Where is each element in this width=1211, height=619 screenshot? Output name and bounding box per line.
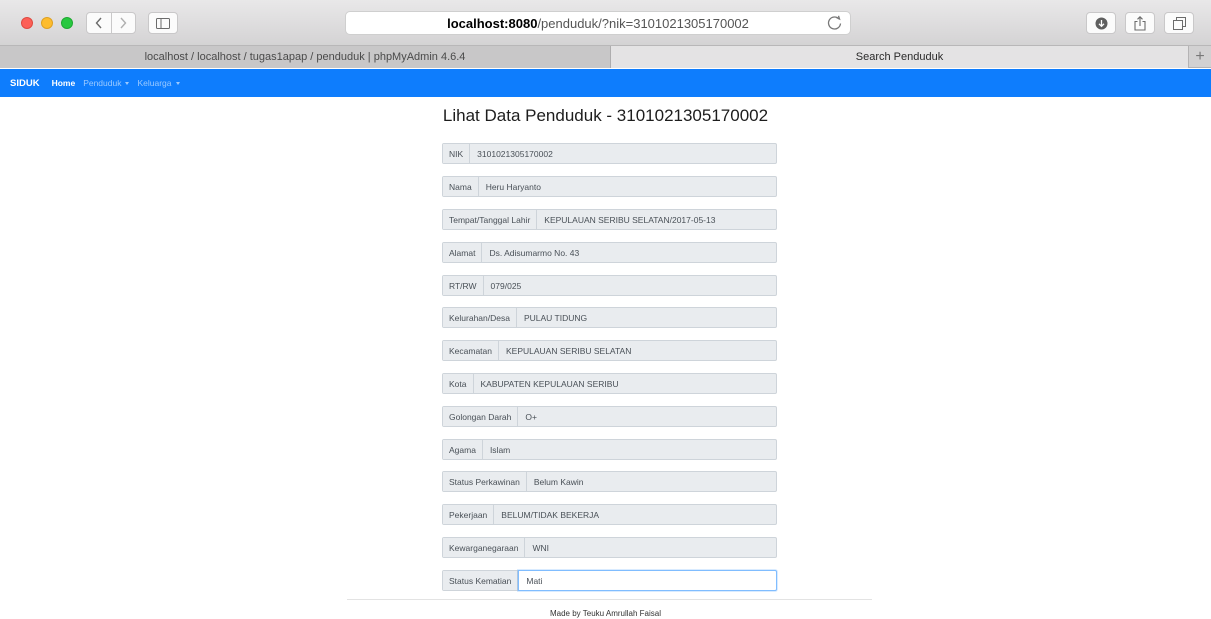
field-status-perkawinan: Status Perkawinan Belum Kawin	[442, 471, 777, 492]
sidebar-icon	[156, 17, 170, 29]
url-host: localhost:8080	[447, 15, 538, 31]
field-value: Islam	[489, 444, 511, 455]
app-navbar: SIDUK Home Penduduk Keluarga	[0, 69, 1211, 97]
history-nav	[86, 12, 136, 34]
field-label: Tempat/Tanggal Lahir	[443, 210, 538, 229]
tabs-overview-button[interactable]	[1164, 12, 1194, 34]
field-value: PULAU TIDUNG	[523, 312, 588, 323]
field-golongan-darah: Golongan Darah O+	[442, 406, 777, 427]
nav-item-label: Home	[51, 78, 76, 88]
share-button[interactable]	[1125, 12, 1155, 34]
field-pekerjaan: Pekerjaan BELUM/TIDAK BEKERJA	[442, 504, 777, 525]
browser-toolbar: localhost:8080/penduduk/?nik=31010213051…	[0, 0, 1211, 46]
field-label: Status Perkawinan	[443, 472, 527, 491]
nav-item-label: Penduduk	[83, 78, 122, 88]
caret-down-icon	[125, 81, 130, 85]
field-nama: Nama Heru Haryanto	[442, 176, 777, 197]
reload-icon[interactable]	[826, 14, 844, 32]
field-label: Kota	[443, 374, 474, 393]
back-button[interactable]	[87, 13, 112, 33]
field-kota: Kota KABUPATEN KEPULAUAN SERIBU	[442, 373, 777, 394]
field-label: Golongan Darah	[443, 407, 519, 426]
nav-item-home[interactable]: Home	[52, 78, 76, 88]
caret-down-icon	[175, 81, 180, 85]
field-value: KABUPATEN KEPULAUAN SERIBU	[480, 378, 619, 389]
field-label: Agama	[443, 440, 483, 459]
download-icon	[1095, 17, 1107, 29]
field-label: Status Kematian	[443, 571, 519, 590]
tab-phpmyadmin[interactable]: localhost / localhost / tugas1apap / pen…	[0, 46, 611, 68]
field-label: Pekerjaan	[443, 505, 495, 524]
navbar-brand[interactable]: SIDUK	[10, 78, 40, 89]
nav-item-label: Keluarga	[137, 78, 172, 88]
field-kewarganegaraan: Kewarganegaraan WNI	[442, 537, 777, 558]
field-value: WNI	[532, 542, 550, 553]
field-label: Kecamatan	[443, 341, 499, 360]
url-path: /penduduk/?nik=3101021305170002	[537, 15, 749, 31]
address-bar[interactable]: localhost:8080/penduduk/?nik=31010213051…	[345, 11, 851, 35]
field-label: Nama	[443, 177, 479, 196]
field-value: BELUM/TIDAK BEKERJA	[501, 509, 600, 520]
field-alamat: Alamat Ds. Adisumarmo No. 43	[442, 242, 777, 263]
field-label: RT/RW	[443, 276, 484, 295]
zoom-window-button[interactable]	[61, 17, 73, 29]
nav-item-penduduk[interactable]: Penduduk	[83, 78, 130, 88]
field-value: 079/025	[490, 280, 522, 291]
field-value: Belum Kawin	[533, 476, 584, 487]
footer-credit: Made by Teuku Amrullah Faisal	[549, 609, 662, 618]
minimize-window-button[interactable]	[41, 17, 53, 29]
field-value[interactable]: Mati	[518, 570, 777, 591]
forward-button[interactable]	[112, 13, 136, 33]
page-title: Lihat Data Penduduk - 3101021305170002	[442, 106, 769, 125]
close-window-button[interactable]	[21, 17, 33, 29]
field-label: NIK	[443, 144, 471, 163]
field-agama: Agama Islam	[442, 439, 777, 460]
field-status-kematian: Status Kematian Mati	[442, 570, 777, 591]
new-tab-button[interactable]: +	[1188, 46, 1211, 68]
field-label: Alamat	[443, 243, 483, 262]
field-label: Kewarganegaraan	[443, 538, 526, 557]
field-value: KEPULAUAN SERIBU SELATAN	[506, 345, 632, 356]
share-icon	[1134, 15, 1146, 31]
field-value: Heru Haryanto	[485, 181, 541, 192]
field-label: Kelurahan/Desa	[443, 308, 517, 327]
field-kelurahan-desa: Kelurahan/Desa PULAU TIDUNG	[442, 307, 777, 328]
tab-bar: localhost / localhost / tugas1apap / pen…	[0, 46, 1211, 68]
field-value: O+	[525, 411, 537, 422]
field-tempat-tanggal-lahir: Tempat/Tanggal Lahir KEPULAUAN SERIBU SE…	[442, 209, 777, 230]
field-value: 3101021305170002	[477, 148, 553, 159]
sidebar-button[interactable]	[148, 12, 178, 34]
field-value: Ds. Adisumarmo No. 43	[489, 247, 580, 258]
chevron-left-icon	[95, 17, 102, 29]
field-rt-rw: RT/RW 079/025	[442, 275, 777, 296]
field-kecamatan: Kecamatan KEPULAUAN SERIBU SELATAN	[442, 340, 777, 361]
chevron-right-icon	[120, 17, 127, 29]
footer-divider	[347, 599, 872, 600]
nav-item-keluarga[interactable]: Keluarga	[137, 78, 180, 88]
tabs-icon	[1172, 16, 1186, 30]
tab-search-penduduk[interactable]: Search Penduduk	[611, 46, 1188, 68]
downloads-button[interactable]	[1086, 12, 1116, 34]
field-value: KEPULAUAN SERIBU SELATAN/2017-05-13	[544, 214, 716, 225]
field-nik: NIK 3101021305170002	[442, 143, 777, 164]
